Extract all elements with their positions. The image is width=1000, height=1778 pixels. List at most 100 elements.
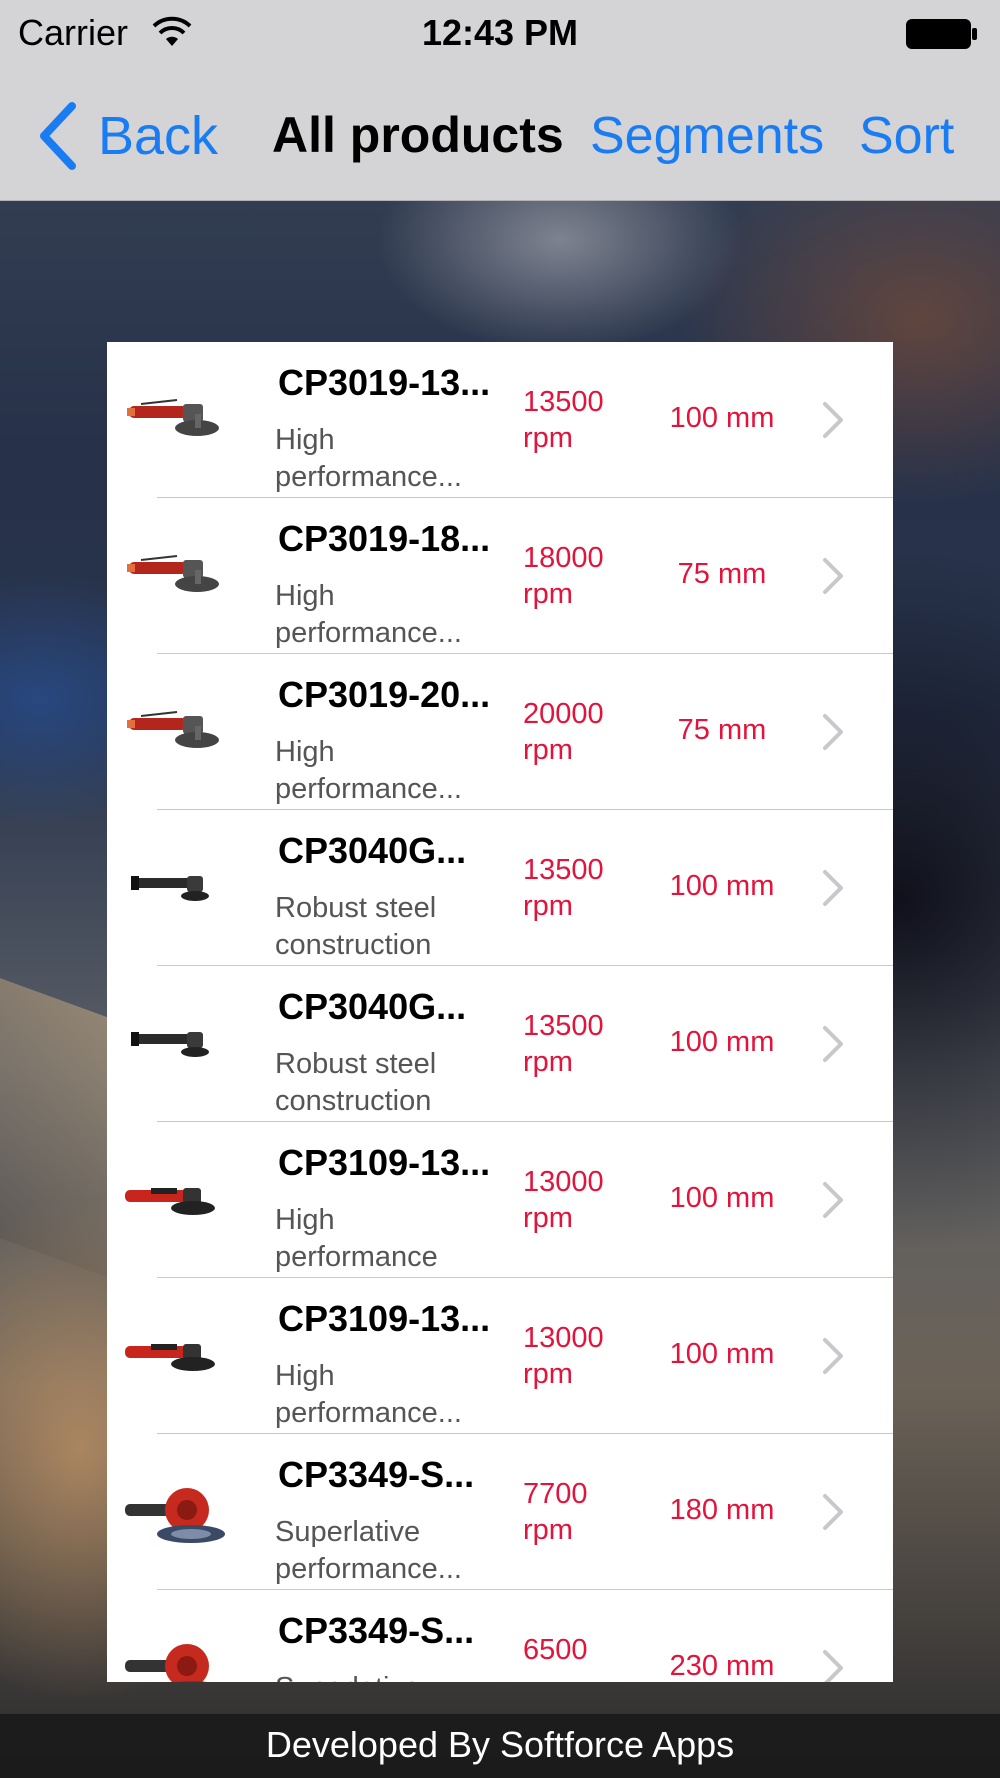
product-description-line: performance... — [275, 773, 462, 805]
large-grinder-icon — [121, 1628, 231, 1682]
product-description-line: performance... — [275, 1397, 462, 1429]
product-speed: 13000 rpm — [523, 1164, 604, 1236]
product-size: 230 mm — [669, 1650, 775, 1682]
chevron-right-icon — [823, 1338, 843, 1374]
product-row[interactable]: CP3019-13... High performance... 13500 rpm 10… — [107, 342, 893, 498]
product-name: CP3040G... — [278, 986, 467, 1027]
product-description-line: Superlative — [275, 1516, 421, 1548]
chevron-right-icon — [823, 1650, 843, 1682]
product-name: CP3019-20... — [278, 674, 491, 715]
chevron-right-icon — [823, 1182, 843, 1218]
speed-unit: rpm — [523, 1202, 573, 1234]
product-row[interactable]: CP3019-20... High performance... 20000 rpm 75… — [107, 654, 893, 810]
angle-grinder-red-icon — [121, 380, 231, 460]
product-name: CP3349-S... — [278, 1454, 475, 1495]
speed-value: 7700 — [523, 1478, 588, 1510]
chevron-right-icon — [823, 558, 843, 594]
product-row[interactable]: CP3040G... Robust steel construction 13500 r… — [107, 810, 893, 966]
back-button[interactable]: Back — [36, 100, 218, 172]
product-description: Superlative — [275, 1670, 505, 1682]
battery-icon — [906, 19, 977, 49]
product-row[interactable]: CP3109-13... High performance... 13000 rpm 10… — [107, 1278, 893, 1434]
product-row[interactable]: CP3109-13... High performance 13000 rpm 100 m… — [107, 1122, 893, 1278]
product-size: 100 mm — [669, 402, 775, 434]
product-row[interactable]: CP3349-S... Superlative performance... 7700… — [107, 1434, 893, 1590]
product-description-line: performance — [275, 1241, 438, 1273]
footer: Developed By Softforce Apps — [0, 1714, 1000, 1778]
chevron-right-icon — [823, 870, 843, 906]
speed-value: 13500 — [523, 854, 604, 886]
product-speed: 7700 rpm — [523, 1476, 588, 1548]
product-description-line: performance... — [275, 461, 462, 493]
product-speed: 18000 rpm — [523, 540, 604, 612]
product-speed: 6500 — [523, 1632, 588, 1668]
product-description-line: construction — [275, 1085, 432, 1117]
chevron-right-icon — [823, 714, 843, 750]
angle-grinder-steel-icon — [121, 1004, 231, 1084]
product-description: High performance... — [275, 1358, 505, 1432]
speed-unit: rpm — [523, 734, 573, 766]
speed-unit: rpm — [523, 1514, 573, 1546]
product-list[interactable]: CP3019-13... High performance... 13500 rpm 10… — [107, 342, 893, 1682]
chevron-right-icon — [823, 1494, 843, 1530]
product-description-line: Superlative — [275, 1670, 505, 1682]
product-description: High performance... — [275, 578, 505, 652]
chevron-left-icon — [40, 102, 76, 170]
product-speed: 13500 rpm — [523, 384, 604, 456]
speed-value: 13000 — [523, 1166, 604, 1198]
product-name: CP3019-18... — [278, 518, 491, 559]
product-speed: 20000 rpm — [523, 696, 604, 768]
chevron-right-icon — [823, 402, 843, 438]
product-size: 100 mm — [669, 1182, 775, 1214]
angle-grinder-red-icon — [121, 692, 231, 772]
product-row[interactable]: CP3349-S... Superlative 6500 230 mm — [107, 1590, 893, 1682]
speed-unit: rpm — [523, 1046, 573, 1078]
product-name: CP3349-S... — [278, 1610, 475, 1651]
speed-value: 13000 — [523, 1322, 604, 1354]
product-description-line: High — [275, 1360, 335, 1392]
product-description: Robust steel construction — [275, 1046, 505, 1120]
product-size: 75 mm — [677, 714, 767, 746]
angle-grinder-red-icon — [121, 536, 231, 616]
product-name: CP3109-13... — [278, 1142, 491, 1183]
product-description-line: performance... — [275, 1553, 462, 1585]
page-title: All products — [272, 107, 564, 163]
speed-unit: rpm — [523, 1358, 573, 1390]
product-size: 75 mm — [677, 558, 767, 590]
product-name: CP3019-13... — [278, 362, 491, 403]
angle-grinder-steel-icon — [121, 848, 231, 928]
product-name: CP3040G... — [278, 830, 467, 871]
product-name: CP3109-13... — [278, 1298, 491, 1339]
navigation-bar: Back All products Segments Sort — [0, 70, 1000, 200]
speed-value: 13500 — [523, 386, 604, 418]
segments-button[interactable]: Segments — [590, 106, 824, 166]
product-description: High performance... — [275, 422, 505, 496]
sort-button[interactable]: Sort — [859, 106, 954, 166]
product-description-line: Robust steel — [275, 1048, 437, 1080]
status-bar: Carrier 12:43 PM — [0, 0, 1000, 70]
product-description-line: Robust steel — [275, 892, 437, 924]
speed-value: 13500 — [523, 1010, 604, 1042]
app-screen: Carrier 12:43 PM Back All products Segme… — [0, 0, 1000, 1778]
product-row[interactable]: CP3019-18... High performance... 18000 rpm 75… — [107, 498, 893, 654]
product-size: 100 mm — [669, 870, 775, 902]
product-description-line: High — [275, 580, 335, 612]
speed-unit: rpm — [523, 422, 573, 454]
product-description-line: High — [275, 1204, 335, 1236]
product-description: High performance — [275, 1202, 505, 1276]
angle-grinder-red-black-icon — [121, 1316, 231, 1396]
product-description: High performance... — [275, 734, 505, 808]
product-description-line: High — [275, 736, 335, 768]
product-size: 180 mm — [669, 1494, 775, 1526]
speed-value: 18000 — [523, 542, 604, 574]
footer-credit: Developed By Softforce Apps — [265, 1724, 735, 1765]
product-description-line: performance... — [275, 617, 462, 649]
large-grinder-icon — [121, 1472, 231, 1552]
speed-unit: rpm — [523, 890, 573, 922]
product-row[interactable]: CP3040G... Robust steel construction 13500 r… — [107, 966, 893, 1122]
speed-unit: rpm — [523, 578, 573, 610]
product-size: 100 mm — [669, 1338, 775, 1370]
product-description-line: High — [275, 424, 335, 456]
product-speed: 13000 rpm — [523, 1320, 604, 1392]
product-description: Robust steel construction — [275, 890, 505, 964]
